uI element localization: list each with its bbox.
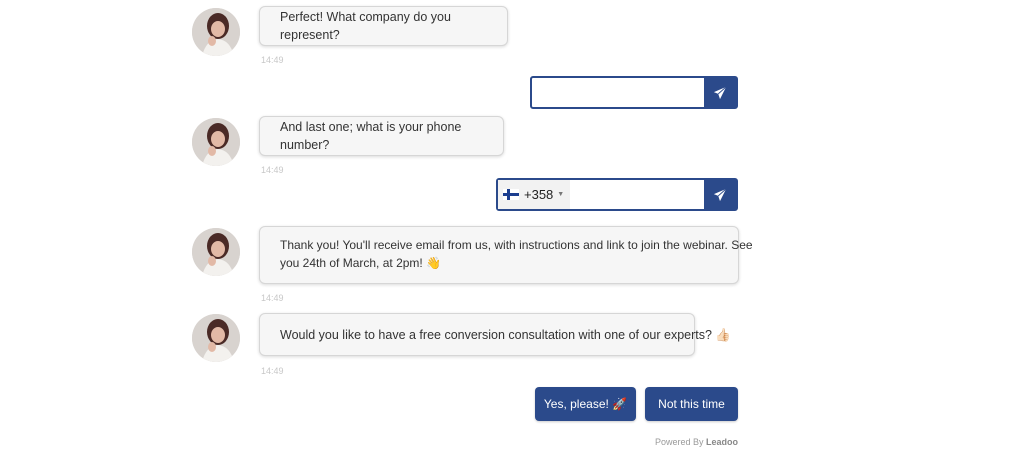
finland-flag-icon	[503, 189, 519, 200]
send-button[interactable]	[704, 78, 736, 107]
company-input-box	[530, 76, 738, 109]
agent-avatar	[192, 8, 240, 56]
button-label: Not this time	[658, 397, 725, 411]
agent-message: Would you like to have a free conversion…	[259, 313, 731, 356]
agent-message: And last one; what is your phone number?	[259, 116, 504, 156]
paper-plane-icon	[713, 188, 727, 201]
caret-down-icon: ▼	[557, 191, 565, 198]
button-label: Yes, please! 🚀	[543, 397, 628, 411]
company-input[interactable]	[532, 78, 704, 107]
dial-code: +358	[524, 187, 554, 202]
country-selector[interactable]: +358 ▼	[498, 180, 571, 209]
phone-input-box: +358 ▼	[496, 178, 738, 211]
agent-message: Perfect! What company do you represent?	[259, 6, 508, 46]
message-timestamp: 14:49	[261, 165, 284, 175]
agent-avatar	[192, 228, 240, 276]
not-this-time-button[interactable]: Not this time	[645, 387, 738, 421]
message-timestamp: 14:49	[261, 293, 284, 303]
powered-by-prefix: Powered By	[654, 437, 704, 447]
agent-avatar	[192, 314, 240, 362]
phone-input[interactable]	[570, 180, 704, 209]
agent-avatar	[192, 118, 240, 166]
brand-link[interactable]: Leadoo	[706, 437, 738, 447]
paper-plane-icon	[713, 86, 727, 99]
powered-by: Powered By Leadoo	[655, 437, 738, 447]
message-timestamp: 14:49	[261, 366, 284, 376]
yes-please-button[interactable]: Yes, please! 🚀	[535, 387, 636, 421]
agent-message: Thank you! You'll receive email from us,…	[259, 226, 753, 284]
message-text-line: Thank you! You'll receive email from us,…	[280, 238, 753, 252]
message-text-line: you 24th of March, at 2pm! 👋	[280, 256, 442, 270]
message-text: And last one; what is your phone number?	[280, 120, 462, 152]
send-button[interactable]	[704, 180, 736, 209]
message-text: Perfect! What company do you represent?	[280, 10, 451, 42]
message-text: Would you like to have a free conversion…	[280, 327, 732, 342]
message-timestamp: 14:49	[261, 55, 284, 65]
